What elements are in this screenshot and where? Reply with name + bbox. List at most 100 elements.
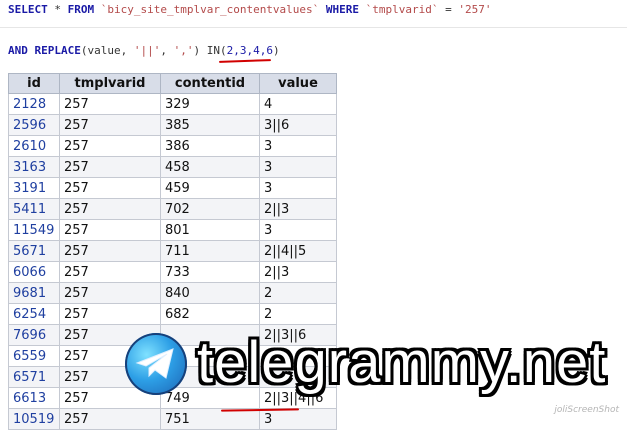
cell-tmplvarid: 257 [59, 93, 161, 115]
id-link[interactable]: 2596 [13, 118, 46, 133]
cell-id: 7696 [8, 324, 60, 346]
sql-in: ) IN( [193, 44, 227, 57]
sql-keyword-select: SELECT [8, 3, 48, 16]
cell-value: 2 [259, 303, 337, 325]
column-header-contentid[interactable]: contentid [160, 73, 260, 94]
id-link[interactable]: 2128 [13, 97, 46, 112]
table-row: 9681 257 840 2 [8, 282, 337, 304]
id-link[interactable]: 7696 [13, 328, 46, 343]
table-row: 6066 257 733 2||3 [8, 261, 337, 283]
sql-keyword-and: AND [8, 44, 28, 57]
cell-id: 10519 [8, 408, 60, 430]
sql-comma: , [160, 44, 174, 57]
id-link[interactable]: 5411 [13, 202, 46, 217]
cell-id: 5411 [8, 198, 60, 220]
column-header-value[interactable]: value [259, 73, 337, 94]
table-row: 5671 257 711 2||4||5 [8, 240, 337, 262]
cell-tmplvarid: 257 [59, 135, 161, 157]
sql-star: * [47, 3, 68, 16]
sql-table-name: `bicy_site_tmplvar_contentvalues` [94, 3, 326, 16]
cell-contentid: 733 [160, 261, 260, 283]
telegram-plane-icon [125, 333, 187, 395]
table-row: 2610 257 386 3 [8, 135, 337, 157]
column-header-id[interactable]: id [8, 73, 60, 94]
id-link[interactable]: 9681 [13, 286, 46, 301]
id-link[interactable]: 6559 [13, 349, 46, 364]
sql-in-list: 2,3,4,6 [226, 44, 273, 57]
cell-id: 2610 [8, 135, 60, 157]
cell-value: 2 [259, 282, 337, 304]
cell-id: 2128 [8, 93, 60, 115]
cell-value: 3 [259, 219, 337, 241]
cell-contentid: 711 [160, 240, 260, 262]
cell-tmplvarid: 257 [59, 198, 161, 220]
cell-contentid: 385 [160, 114, 260, 136]
table-row: 3163 257 458 3 [8, 156, 337, 178]
cell-tmplvarid: 257 [59, 261, 161, 283]
cell-id: 5671 [8, 240, 60, 262]
table-row: 6254 257 682 2 [8, 303, 337, 325]
column-header-tmplvarid[interactable]: tmplvarid [59, 73, 161, 94]
cell-contentid: 458 [160, 156, 260, 178]
cell-contentid: 840 [160, 282, 260, 304]
cell-tmplvarid: 257 [59, 177, 161, 199]
id-link[interactable]: 6254 [13, 307, 46, 322]
sql-query-line-1: SELECT * FROM `bicy_site_tmplvar_content… [8, 3, 492, 16]
cell-id: 6559 [8, 345, 60, 367]
cell-id: 6066 [8, 261, 60, 283]
cell-contentid: 329 [160, 93, 260, 115]
sql-equals: = [445, 3, 459, 16]
sql-args-open: (value, [80, 44, 134, 57]
cell-contentid: 801 [160, 219, 260, 241]
cell-tmplvarid: 257 [59, 282, 161, 304]
id-link[interactable]: 6613 [13, 391, 46, 406]
table-row: 5411 257 702 2||3 [8, 198, 337, 220]
sql-close-paren: ) [272, 44, 280, 57]
cell-tmplvarid: 257 [59, 156, 161, 178]
sql-keyword-where: WHERE [325, 3, 360, 16]
cell-value: 3 [259, 408, 337, 430]
cell-id: 11549 [8, 219, 60, 241]
cell-id: 3163 [8, 156, 60, 178]
cell-contentid: 386 [160, 135, 260, 157]
cell-tmplvarid: 257 [59, 240, 161, 262]
id-link[interactable]: 6571 [13, 370, 46, 385]
cell-contentid: 751 [160, 408, 260, 430]
screenshot-credit: joliScreenShot [554, 405, 619, 415]
sql-query-line-2: AND REPLACE(value, '||', ',') IN(2,3,4,6… [8, 44, 280, 57]
table-row: 10519 257 751 3 [8, 408, 337, 430]
sql-arg-pipes: '||' [133, 44, 161, 57]
table-header-row: id tmplvarid contentid value [8, 73, 337, 94]
cell-value: 3 [259, 135, 337, 157]
watermark-text: telegrammy.net [197, 330, 607, 395]
cell-contentid: 459 [160, 177, 260, 199]
cell-value: 4 [259, 93, 337, 115]
cell-tmplvarid: 257 [59, 114, 161, 136]
table-row: 3191 257 459 3 [8, 177, 337, 199]
id-link[interactable]: 3191 [13, 181, 46, 196]
id-link[interactable]: 2610 [13, 139, 46, 154]
cell-contentid: 702 [160, 198, 260, 220]
id-link[interactable]: 3163 [13, 160, 46, 175]
cell-value: 2||3 [259, 261, 337, 283]
cell-id: 6613 [8, 387, 60, 409]
cell-value: 3 [259, 177, 337, 199]
cell-id: 6254 [8, 303, 60, 325]
cell-tmplvarid: 257 [59, 219, 161, 241]
cell-value: 3 [259, 156, 337, 178]
id-link[interactable]: 6066 [13, 265, 46, 280]
divider [0, 27, 627, 28]
sql-field-name: `tmplvarid` [359, 3, 446, 16]
cell-value: 2||3 [259, 198, 337, 220]
id-link[interactable]: 10519 [13, 412, 54, 427]
sql-value: '257' [458, 3, 492, 16]
cell-tmplvarid: 257 [59, 408, 161, 430]
cell-id: 6571 [8, 366, 60, 388]
table-row: 11549 257 801 3 [8, 219, 337, 241]
id-link[interactable]: 5671 [13, 244, 46, 259]
cell-value: 2||4||5 [259, 240, 337, 262]
sql-function-replace: REPLACE [27, 44, 81, 57]
red-underline-in-list [218, 59, 272, 63]
sql-arg-comma: ',' [173, 44, 194, 57]
id-link[interactable]: 11549 [13, 223, 54, 238]
